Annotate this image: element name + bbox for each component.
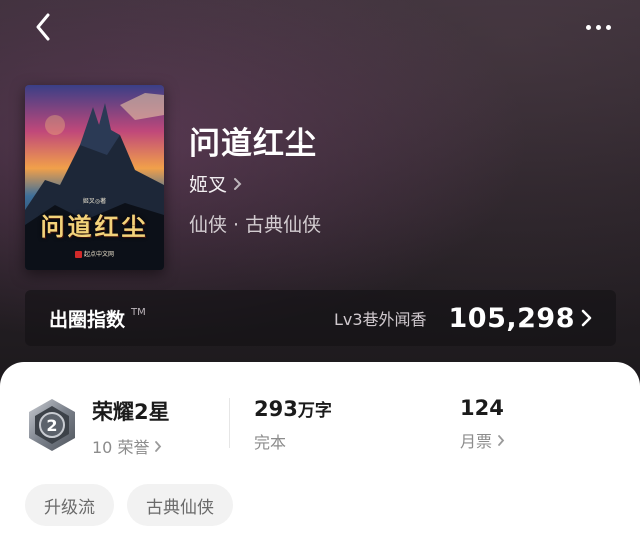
honor-title: 荣耀2星	[92, 400, 170, 424]
cover-artwork	[25, 85, 164, 270]
completion-status: 完本	[254, 433, 287, 452]
word-count-number: 293	[254, 397, 298, 421]
tag-chip[interactable]: 古典仙侠	[127, 484, 233, 526]
back-button[interactable]	[28, 10, 58, 44]
more-button[interactable]	[578, 14, 618, 40]
book-title: 问道红尘	[189, 126, 317, 162]
word-count-stat: 293万字 完本	[254, 396, 332, 453]
cover-author-text: 姬叉◎著	[82, 198, 107, 205]
word-count-unit: 万字	[297, 401, 332, 421]
stats-card: 2 荣耀2星 10 荣誉 293万字 完本 124 月票 升级流 古典仙侠	[0, 362, 640, 542]
badge-number: 2	[46, 416, 57, 435]
word-status: 完本	[254, 429, 332, 453]
index-value: 105,298	[448, 302, 575, 334]
honor-count: 10 荣誉	[92, 438, 150, 457]
book-cover[interactable]: 姬叉◎著 问道红尘 起点中文网	[25, 85, 164, 270]
index-level: Lv3巷外闻香	[333, 310, 427, 329]
genre-text: 仙侠 · 古典仙侠	[189, 214, 322, 236]
monthly-ticket-stat[interactable]: 124 月票	[460, 396, 505, 452]
stat-divider	[229, 398, 230, 448]
chevron-right-icon	[498, 434, 505, 446]
popularity-index-bar[interactable]: 出圈指数 TM Lv3巷外闻香 105,298	[25, 290, 616, 346]
cover-title-text: 问道红尘	[40, 212, 149, 241]
chevron-left-icon	[36, 13, 50, 41]
tag-list: 升级流 古典仙侠	[25, 484, 233, 526]
trademark-mark: TM	[131, 306, 146, 318]
chevron-right-icon	[155, 440, 162, 452]
ticket-sub-row: 月票	[460, 428, 505, 452]
cover-publisher: 起点中文网	[25, 249, 164, 258]
tag-chip[interactable]: 升级流	[25, 484, 114, 526]
cover-publisher-text: 起点中文网	[83, 251, 114, 258]
author-name: 姬叉	[189, 174, 228, 196]
honor-badge-icon: 2	[29, 399, 75, 451]
ticket-count: 124	[460, 396, 504, 420]
hero-header: 姬叉◎著 问道红尘 起点中文网 问道红尘 姬叉 仙侠 · 古典仙侠 出圈指数 T…	[0, 0, 640, 400]
author-link[interactable]: 姬叉	[189, 170, 242, 197]
word-count: 293万字	[254, 396, 332, 421]
honor-sub-row: 10 荣誉	[92, 434, 170, 458]
more-dot	[605, 24, 611, 30]
chevron-right-icon	[581, 309, 592, 327]
more-dot	[595, 24, 601, 30]
index-right: Lv3巷外闻香 105,298	[334, 303, 592, 334]
ticket-label: 月票	[460, 432, 493, 451]
publisher-logo-icon	[74, 251, 82, 258]
honor-stat[interactable]: 荣耀2星 10 荣誉	[92, 396, 170, 458]
more-dots-icon	[585, 24, 591, 30]
index-label: 出圈指数	[49, 308, 126, 331]
chevron-right-icon	[234, 177, 242, 190]
